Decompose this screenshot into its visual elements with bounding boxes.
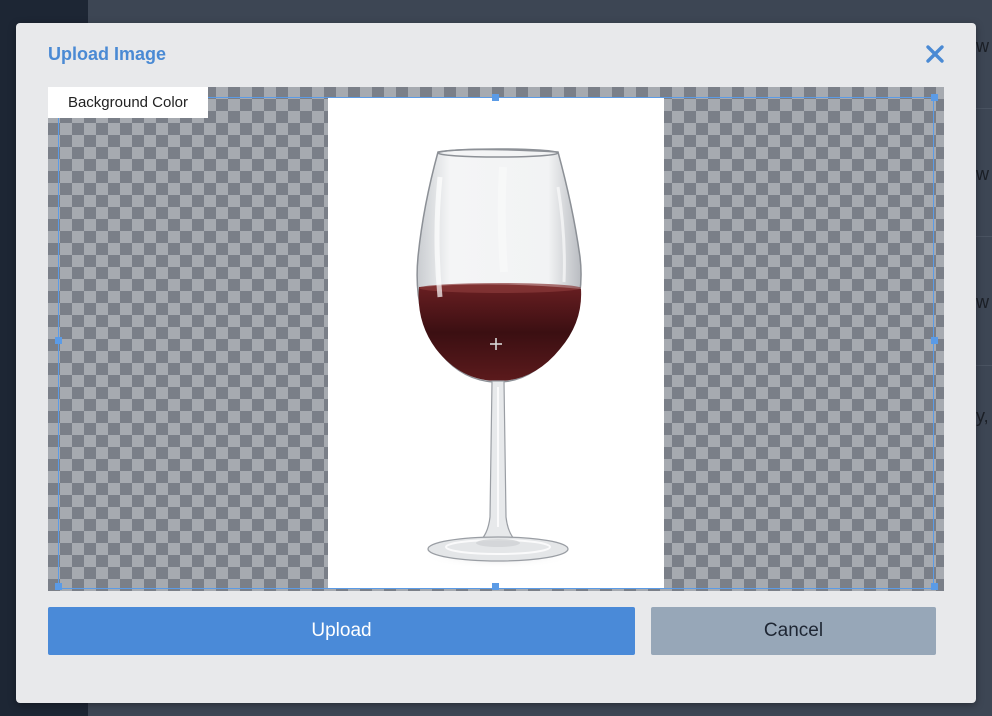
backdrop-peek-text: w: [976, 164, 989, 184]
crop-handle-top[interactable]: [492, 94, 499, 101]
cancel-button[interactable]: Cancel: [651, 607, 936, 655]
crop-handle-bottom[interactable]: [492, 583, 499, 590]
upload-button[interactable]: Upload: [48, 607, 635, 655]
crop-handle-bottom-right[interactable]: [931, 583, 938, 590]
crop-handle-bottom-left[interactable]: [55, 583, 62, 590]
close-button[interactable]: [924, 43, 946, 65]
backdrop-peek-text: w: [976, 36, 989, 56]
backdrop-peek-text: w: [976, 292, 989, 312]
move-crosshair-icon[interactable]: [490, 337, 502, 350]
close-icon: [926, 45, 944, 63]
upload-image-modal: Upload Image Background Color Upload Can…: [16, 23, 976, 703]
crop-handle-top-right[interactable]: [931, 94, 938, 101]
crop-handle-right[interactable]: [931, 337, 938, 344]
modal-title: Upload Image: [48, 44, 167, 64]
backdrop-peek-text: y,: [976, 406, 989, 426]
image-crop-area[interactable]: Background Color: [48, 87, 944, 591]
background-color-button[interactable]: Background Color: [48, 87, 208, 118]
crop-handle-left[interactable]: [55, 337, 62, 344]
